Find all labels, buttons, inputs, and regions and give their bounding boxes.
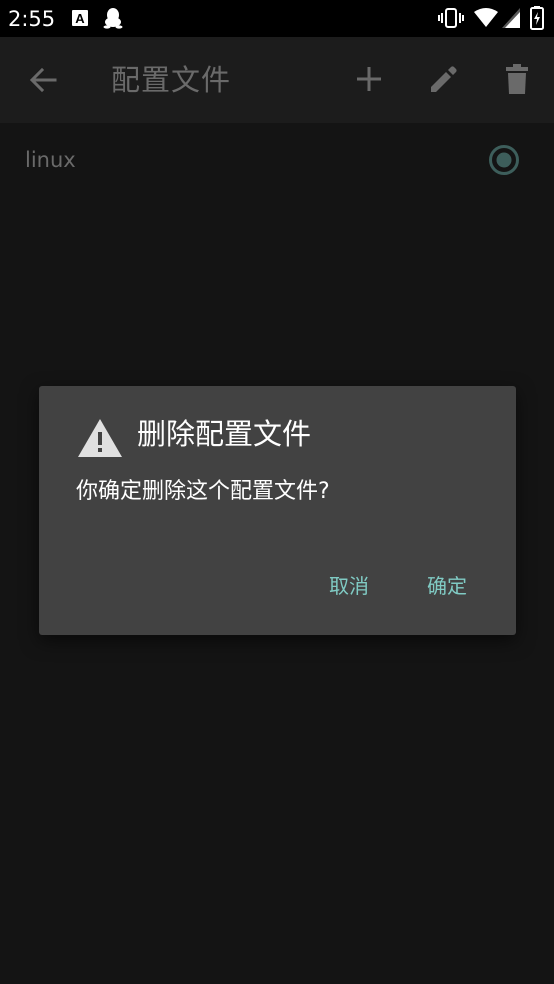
battery-icon bbox=[530, 6, 544, 30]
edit-pencil-icon[interactable] bbox=[428, 64, 458, 94]
profile-label: linux bbox=[25, 148, 76, 172]
dialog-message: 你确定删除这个配置文件? bbox=[76, 479, 330, 504]
warning-icon bbox=[78, 419, 122, 457]
signal-icon bbox=[502, 8, 520, 28]
confirm-button[interactable]: 确定 bbox=[427, 572, 467, 600]
font-icon: A bbox=[72, 10, 88, 26]
qq-icon bbox=[103, 8, 123, 29]
screen: 2:55 A 配置文件 linux 删除配置文件 你确定删除这个配置文件? 取消… bbox=[0, 0, 554, 984]
delete-trash-icon[interactable] bbox=[505, 63, 529, 95]
delete-confirm-dialog: 删除配置文件 你确定删除这个配置文件? 取消 确定 bbox=[39, 386, 516, 635]
status-bar: 2:55 A bbox=[0, 0, 554, 37]
radio-selected-icon[interactable] bbox=[488, 144, 520, 176]
dialog-title: 删除配置文件 bbox=[137, 417, 312, 451]
back-arrow-icon[interactable] bbox=[28, 65, 58, 95]
profile-list-item[interactable] bbox=[0, 123, 554, 199]
status-time: 2:55 bbox=[8, 7, 56, 31]
app-bar bbox=[0, 37, 554, 123]
cancel-button[interactable]: 取消 bbox=[329, 572, 369, 600]
vibrate-icon bbox=[438, 8, 464, 28]
add-icon[interactable] bbox=[355, 65, 383, 93]
page-title: 配置文件 bbox=[111, 63, 232, 97]
wifi-icon bbox=[474, 8, 498, 27]
svg-text:A: A bbox=[75, 11, 85, 26]
